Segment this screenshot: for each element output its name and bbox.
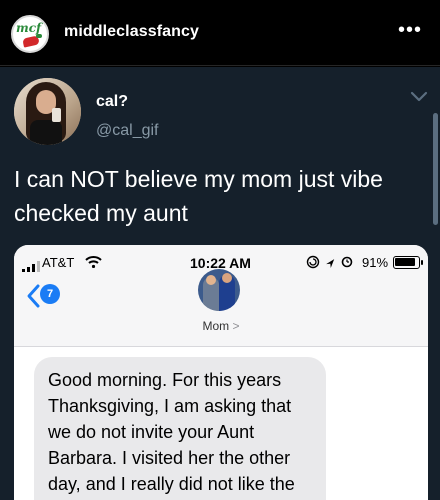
imessage-header: AT&T 10:22 AM 91% 7 Mom > [14,245,428,347]
tweet-author-avatar [14,78,81,145]
tweet-card: cal? @cal_gif I can NOT believe my mom j… [0,67,440,500]
more-options-icon[interactable]: ••• [393,20,427,44]
message-bubble: Good morning. For this years Thanksgivin… [34,357,326,500]
imessage-screenshot: AT&T 10:22 AM 91% 7 Mom > Good morning. … [14,245,428,500]
scrollbar[interactable] [433,113,438,225]
battery-icon [393,256,420,269]
unread-count-badge[interactable]: 7 [40,284,60,304]
account-avatar[interactable]: mcf [11,15,49,53]
contact-name[interactable]: Mom > [14,319,428,333]
contact-avatar[interactable] [198,269,240,311]
chili-stem-icon [36,34,42,38]
tweet-handle: @cal_gif [96,122,159,139]
contact-name-label: Mom [202,319,230,333]
cell-signal-icon [22,261,40,272]
battery-percent: 91% [362,255,389,270]
carrier-name: AT&T [42,255,75,270]
brand-logo-text: mcf [16,21,42,35]
post-header: mcf middleclassfancy ••• [0,0,440,66]
tweet-text: I can NOT believe my mom just vibe check… [14,166,383,226]
status-icons [306,255,353,269]
chevron-right-icon: > [232,319,240,333]
account-username[interactable]: middleclassfancy [64,23,199,41]
tweet-display-name: cal? [96,93,129,110]
chevron-down-icon [410,91,428,102]
wifi-icon [85,256,102,268]
